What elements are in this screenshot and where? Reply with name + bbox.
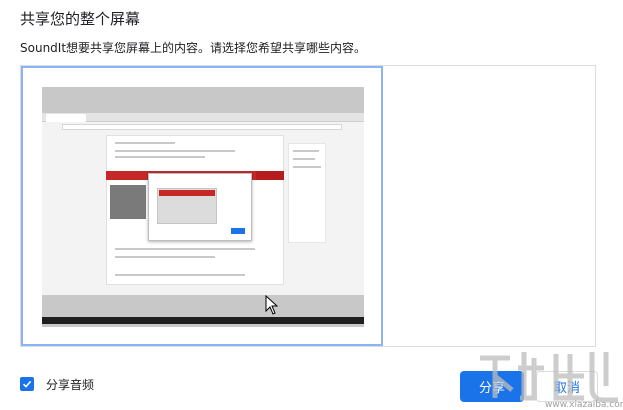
thumbnail-nested-button bbox=[231, 228, 245, 234]
thumbnail-text-line bbox=[293, 150, 319, 152]
thumbnail-text-line bbox=[115, 274, 245, 276]
thumbnail-nested-dialog bbox=[148, 173, 252, 241]
thumbnail-address-bar bbox=[62, 124, 342, 130]
thumbnail-text-line bbox=[115, 150, 235, 152]
cancel-button[interactable]: 取消 bbox=[536, 371, 598, 402]
share-audio-option: 分享音频 bbox=[20, 374, 94, 394]
dialog-title: 共享您的整个屏幕 bbox=[20, 10, 141, 28]
thumbnail-desktop bbox=[42, 113, 364, 324]
source-grid bbox=[20, 65, 596, 347]
share-button[interactable]: 分享 bbox=[460, 371, 524, 402]
dialog-description: SoundIt想要共享您屏幕上的内容。请选择您希望共享哪些内容。 bbox=[20, 41, 367, 55]
share-audio-checkbox[interactable] bbox=[20, 377, 34, 391]
thumbnail-text-line bbox=[293, 166, 321, 168]
thumbnail-red-header-accent bbox=[256, 171, 284, 180]
thumbnail-gray-block bbox=[110, 185, 146, 219]
thumbnail-text-line bbox=[115, 142, 175, 144]
thumbnail-nested-red-bar bbox=[159, 190, 215, 196]
thumbnail-text-line bbox=[115, 156, 205, 158]
mouse-cursor-icon bbox=[265, 295, 279, 315]
thumbnail-text-line bbox=[115, 248, 255, 250]
thumbnail-text-line bbox=[115, 256, 215, 258]
thumbnail-text-line bbox=[293, 158, 315, 160]
thumbnail-browser-tab bbox=[46, 114, 86, 122]
entire-screen-source[interactable] bbox=[21, 66, 383, 346]
checkmark-icon bbox=[22, 380, 32, 388]
screen-thumbnail bbox=[42, 87, 364, 327]
thumbnail-side-panel bbox=[288, 143, 326, 243]
thumbnail-browser-tabbar bbox=[42, 113, 364, 122]
share-audio-label: 分享音频 bbox=[46, 377, 95, 392]
thumbnail-taskbar bbox=[42, 317, 364, 324]
